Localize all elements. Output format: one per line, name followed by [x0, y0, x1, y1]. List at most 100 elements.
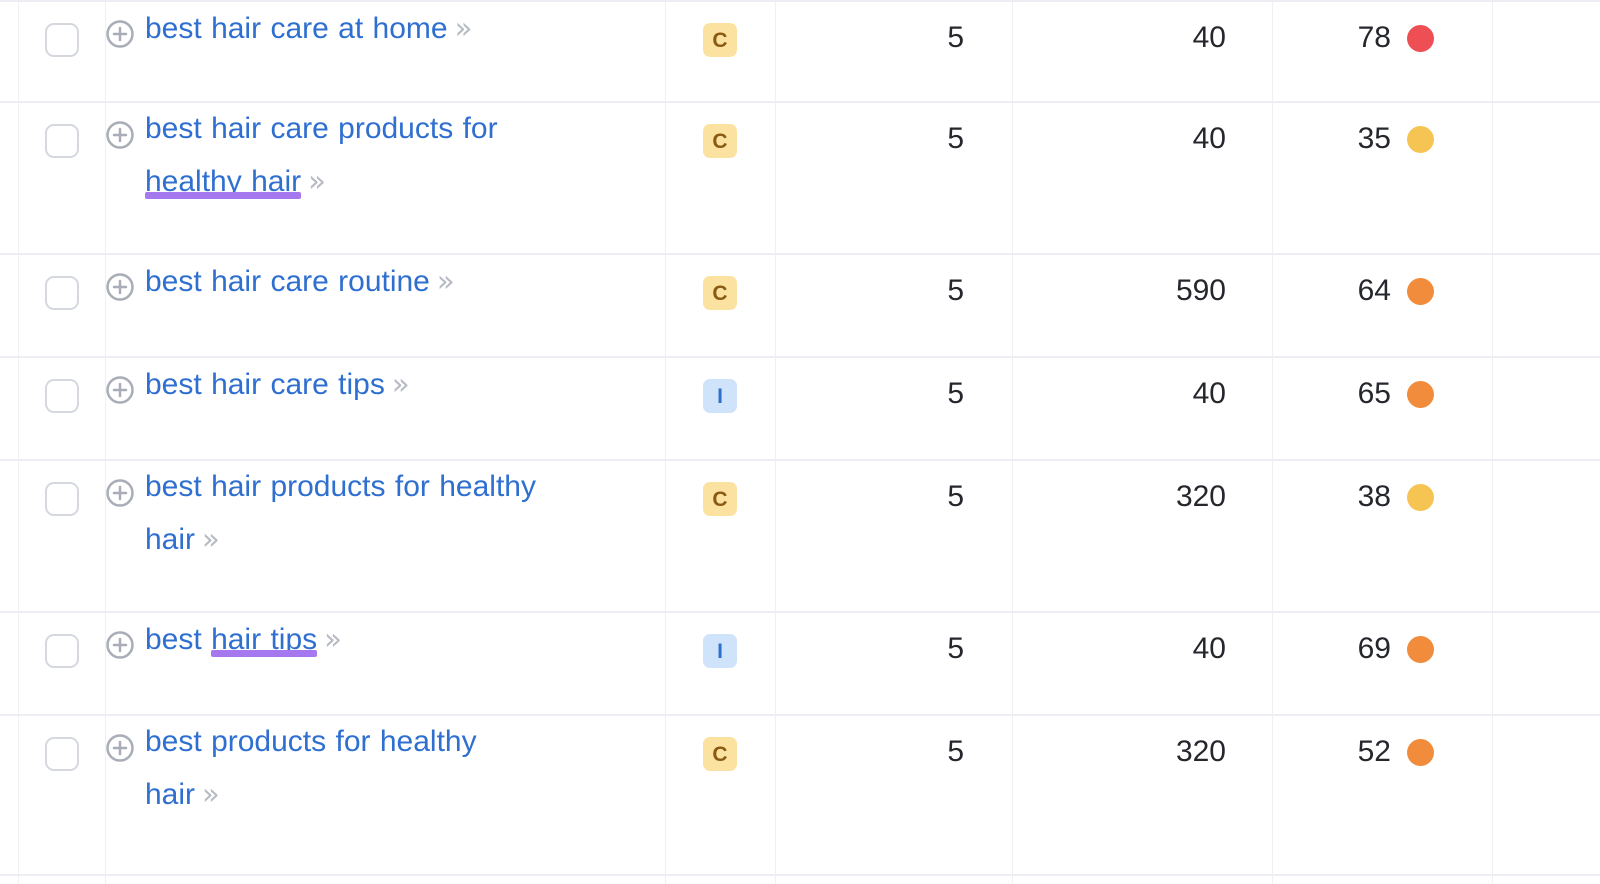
keyword-link[interactable]: best hair care products for: [145, 112, 498, 145]
volume-cell: 590: [1012, 255, 1272, 317]
plus-circle-icon[interactable]: [105, 475, 135, 508]
plus-circle-icon[interactable]: [105, 730, 135, 763]
volume-cell: 40: [1012, 2, 1272, 64]
row-select-cell[interactable]: [18, 2, 105, 57]
sf-value: 5: [947, 377, 964, 410]
kd-difficulty-dot: [1407, 738, 1434, 766]
keyword-text[interactable]: best hair care at home»: [145, 2, 473, 55]
intent-badge[interactable]: C: [703, 737, 737, 771]
sf-value: 5: [947, 632, 964, 665]
volume-cell: 320: [1012, 716, 1272, 778]
keyword-link[interactable]: best hair tips: [145, 623, 317, 656]
kd-value: 35: [1357, 122, 1391, 155]
kd-cell: 52: [1272, 716, 1492, 778]
keyword-cell[interactable]: best hair tips»: [105, 613, 665, 666]
table-row[interactable]: best products for healthy hair» C 5 320 52: [0, 716, 1600, 876]
intent-badge[interactable]: C: [703, 276, 737, 310]
kd-value: 78: [1357, 21, 1391, 54]
keyword-link[interactable]: best hair care at home: [145, 12, 448, 45]
intent-badge[interactable]: C: [703, 482, 737, 516]
plus-circle-icon[interactable]: [105, 117, 135, 150]
keyword-text[interactable]: best hair care routine»: [145, 255, 455, 308]
intent-cell: C: [665, 103, 775, 158]
plus-circle-icon[interactable]: [105, 269, 135, 302]
row-checkbox[interactable]: [44, 737, 79, 771]
table-row[interactable]: best hair care at home» C 5 40 78: [0, 0, 1600, 103]
volume-value: 40: [1192, 377, 1226, 410]
double-chevron-right-icon[interactable]: »: [392, 358, 410, 410]
keyword-link[interactable]: hair: [145, 523, 195, 556]
kd-value: 65: [1357, 377, 1391, 410]
intent-cell: C: [665, 2, 775, 57]
intent-cell: I: [665, 358, 775, 413]
kd-value: 64: [1357, 274, 1391, 307]
sf-value: 5: [947, 122, 964, 155]
sf-cell: 5: [775, 613, 1012, 675]
keyword-cell[interactable]: best hair care tips»: [105, 358, 665, 411]
keyword-cell[interactable]: best hair products for healthy hair»: [105, 461, 665, 566]
row-select-cell[interactable]: [18, 613, 105, 668]
row-select-cell[interactable]: [18, 358, 105, 413]
table-row[interactable]: best hair products for healthy hair» C 5 320…: [0, 461, 1600, 613]
sf-cell: 5: [775, 461, 1012, 523]
table-row[interactable]: best hair care routine» C 5 590 64: [0, 255, 1600, 358]
intent-badge[interactable]: I: [703, 379, 737, 413]
keyword-text[interactable]: best hair care tips»: [145, 358, 410, 411]
row-checkbox[interactable]: [44, 379, 79, 413]
row-checkbox[interactable]: [44, 276, 79, 310]
double-chevron-right-icon[interactable]: »: [202, 513, 220, 565]
plus-circle-icon[interactable]: [105, 372, 135, 405]
keyword-text[interactable]: best products for healthy hair»: [145, 716, 477, 821]
row-checkbox[interactable]: [44, 482, 79, 516]
double-chevron-right-icon[interactable]: »: [437, 255, 455, 307]
keyword-link[interactable]: healthy hair: [145, 165, 301, 198]
intent-badge[interactable]: C: [703, 23, 737, 57]
keyword-cell[interactable]: best hair care products for healthy hair»: [105, 103, 665, 208]
keyword-link[interactable]: hair: [145, 778, 195, 811]
intent-cell: C: [665, 255, 775, 310]
kd-cell: 78: [1272, 2, 1492, 64]
keyword-link[interactable]: best products for healthy: [145, 725, 477, 758]
keyword-cell[interactable]: best hair care at home»: [105, 2, 665, 55]
double-chevron-right-icon[interactable]: »: [202, 768, 220, 820]
keyword-link[interactable]: best hair care routine: [145, 265, 430, 298]
sf-cell: 5: [775, 358, 1012, 420]
keyword-text[interactable]: best hair products for healthy hair»: [145, 461, 536, 566]
volume-value: 40: [1192, 21, 1226, 54]
row-checkbox[interactable]: [44, 124, 79, 158]
row-checkbox[interactable]: [44, 634, 79, 668]
row-select-cell[interactable]: [18, 461, 105, 516]
kd-value: 69: [1357, 632, 1391, 665]
row-checkbox[interactable]: [44, 23, 79, 57]
intent-badge[interactable]: I: [703, 634, 737, 668]
row-select-cell[interactable]: [18, 255, 105, 310]
sf-value: 5: [947, 735, 964, 768]
keyword-cell[interactable]: best products for healthy hair»: [105, 716, 665, 821]
intent-badge[interactable]: C: [703, 124, 737, 158]
keyword-link[interactable]: best hair care tips: [145, 368, 385, 401]
plus-circle-icon[interactable]: [105, 627, 135, 660]
double-chevron-right-icon[interactable]: »: [455, 2, 473, 54]
keyword-ideas-table: best hair care at home» C 5 40 78 best hair c…: [0, 0, 1600, 884]
keyword-link[interactable]: best hair products for healthy: [145, 470, 536, 503]
sf-cell: 5: [775, 103, 1012, 165]
double-chevron-right-icon[interactable]: »: [324, 613, 342, 665]
keyword-cell[interactable]: best hair care routine»: [105, 255, 665, 308]
intent-cell: C: [665, 716, 775, 771]
table-row[interactable]: best hair tips» I 5 40 69: [0, 613, 1600, 716]
keyword-text[interactable]: best hair tips»: [145, 613, 342, 666]
table-row[interactable]: best hair care tips» I 5 40 65: [0, 358, 1600, 461]
kd-cell: 38: [1272, 461, 1492, 523]
volume-value: 320: [1175, 735, 1226, 768]
double-chevron-right-icon[interactable]: »: [308, 155, 326, 207]
table-row[interactable]: best hair care products for healthy hair»…: [0, 103, 1600, 255]
kd-difficulty-dot: [1407, 24, 1434, 52]
plus-circle-icon[interactable]: [105, 16, 135, 49]
sf-cell: 5: [775, 716, 1012, 778]
keyword-text[interactable]: best hair care products for healthy hair»: [145, 103, 498, 208]
row-select-cell[interactable]: [18, 103, 105, 158]
sf-value: 5: [947, 274, 964, 307]
kd-value: 52: [1357, 735, 1391, 768]
sf-cell: 5: [775, 255, 1012, 317]
row-select-cell[interactable]: [18, 716, 105, 771]
